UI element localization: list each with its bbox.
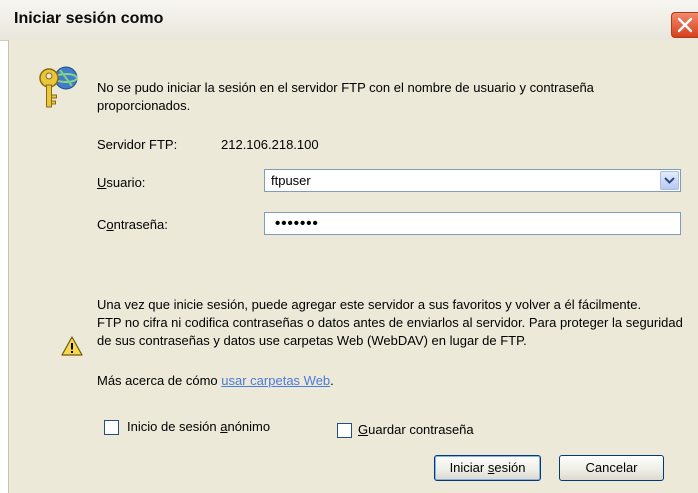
username-label: Usuario: bbox=[97, 174, 145, 192]
login-button-pre: Iniciar bbox=[449, 460, 488, 475]
username-value: ftpuser bbox=[271, 173, 311, 188]
favorites-note: Una vez que inicie sesión, puede agregar… bbox=[97, 297, 642, 312]
title-bar[interactable]: Iniciar sesión como bbox=[0, 0, 698, 41]
anonymous-login-label[interactable]: Inicio de sesión anónimo bbox=[127, 418, 270, 436]
login-button-rest: esión bbox=[494, 460, 526, 475]
username-access-key: U bbox=[97, 175, 107, 190]
server-label: Servidor FTP: bbox=[97, 137, 178, 152]
save-password-checkbox[interactable] bbox=[337, 423, 352, 438]
info-text: Una vez que inicie sesión, puede agregar… bbox=[97, 296, 687, 350]
username-dropdown-button[interactable] bbox=[660, 171, 679, 190]
password-label: Contraseña: bbox=[97, 216, 168, 234]
anonymous-login-checkbox[interactable] bbox=[104, 420, 119, 435]
key-icon bbox=[39, 66, 78, 108]
anonymous-label-pre: Inicio de sesión bbox=[127, 419, 221, 434]
save-password-access-key: G bbox=[358, 422, 369, 437]
dialog-body: No se pudo iniciar la sesión en el servi… bbox=[8, 40, 698, 493]
login-button[interactable]: Iniciar sesión bbox=[434, 455, 541, 481]
more-info-text: Más acerca de cómo usar carpetas Web. bbox=[97, 372, 334, 390]
error-message: No se pudo iniciar la sesión en el servi… bbox=[97, 80, 594, 113]
cancel-button[interactable]: Cancelar bbox=[559, 455, 664, 481]
chevron-down-icon bbox=[664, 177, 675, 184]
save-password-label[interactable]: Guardar contraseña bbox=[358, 421, 474, 439]
warning-icon bbox=[61, 336, 83, 356]
save-password-label-rest: uardar contraseña bbox=[368, 422, 474, 437]
server-value: 212.106.218.100 bbox=[221, 137, 319, 152]
password-field[interactable]: ••••••• bbox=[264, 212, 681, 235]
anonymous-label-rest: nónimo bbox=[227, 419, 271, 434]
close-button[interactable] bbox=[671, 12, 698, 38]
more-info-suffix: . bbox=[330, 373, 334, 388]
security-warning: FTP no cifra ni codifica contraseñas o d… bbox=[97, 315, 683, 348]
password-access-key: o bbox=[106, 217, 114, 232]
more-info-prefix: Más acerca de cómo bbox=[97, 373, 222, 388]
username-label-text: suario: bbox=[106, 175, 146, 190]
password-label-pre: C bbox=[97, 217, 107, 232]
dialog-title: Iniciar sesión como bbox=[14, 10, 164, 27]
password-value: ••••••• bbox=[275, 215, 319, 232]
username-combobox[interactable]: ftpuser bbox=[264, 169, 681, 192]
webdav-link[interactable]: usar carpetas Web bbox=[221, 373, 330, 388]
password-label-text: ntraseña: bbox=[113, 217, 168, 232]
close-icon bbox=[677, 17, 693, 33]
